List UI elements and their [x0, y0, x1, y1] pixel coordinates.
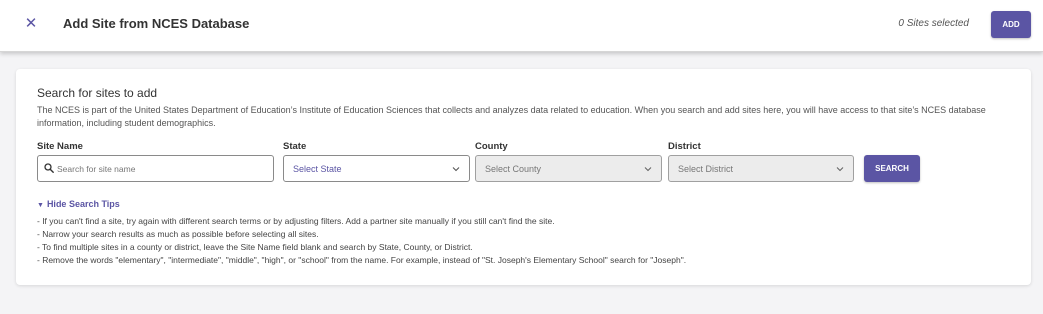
- county-label: County: [475, 141, 508, 152]
- hide-search-tips-label: Hide Search Tips: [46, 199, 120, 209]
- search-tip: - To find multiple sites in a county or …: [37, 242, 473, 252]
- chevron-down-icon: [644, 167, 652, 172]
- county-select[interactable]: Select County: [475, 155, 662, 182]
- panel-title: Search for sites to add: [37, 86, 158, 100]
- sites-selected-count: 0 Sites selected: [898, 18, 969, 29]
- chevron-down-icon: [836, 167, 844, 172]
- search-button[interactable]: SEARCH: [864, 155, 920, 182]
- close-icon[interactable]: ✕: [22, 14, 40, 34]
- chevron-down-icon: [452, 167, 460, 172]
- state-select[interactable]: Select State: [283, 155, 470, 182]
- state-select-value: Select State: [293, 164, 342, 174]
- search-tips-list: - If you can't find a site, try again wi…: [37, 215, 1017, 267]
- hide-search-tips-toggle[interactable]: ▼ Hide Search Tips: [37, 198, 120, 212]
- county-select-value: Select County: [485, 164, 542, 174]
- district-select-value: Select District: [678, 164, 734, 174]
- site-name-input[interactable]: Search for site name: [37, 155, 274, 182]
- search-panel: Search for sites to add The NCES is part…: [16, 69, 1031, 285]
- page-title: Add Site from NCES Database: [63, 16, 250, 31]
- add-button[interactable]: ADD: [991, 11, 1031, 38]
- caret-down-icon: ▼: [37, 202, 44, 209]
- search-tip: - If you can't find a site, try again wi…: [37, 216, 555, 226]
- panel-description: The NCES is part of the United States De…: [37, 105, 986, 128]
- search-tip: - Remove the words "elementary", "interm…: [37, 255, 687, 265]
- search-icon: [44, 163, 54, 173]
- search-tip: - Narrow your search results as much as …: [37, 229, 319, 239]
- site-name-placeholder: Search for site name: [57, 164, 136, 174]
- state-label: State: [283, 141, 307, 152]
- modal-header: ✕ Add Site from NCES Database 0 Sites se…: [0, 0, 1043, 52]
- district-label: District: [668, 141, 701, 152]
- site-name-label: Site Name: [37, 141, 83, 152]
- district-select[interactable]: Select District: [668, 155, 854, 182]
